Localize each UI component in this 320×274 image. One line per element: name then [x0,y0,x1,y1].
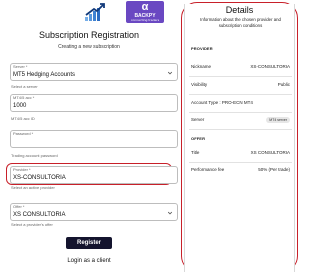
account-type-key: Account Type : PRO-ECN MT4 [191,100,253,105]
account-login-input[interactable]: MT4/5 acc * 1000 [10,94,178,112]
divider [189,129,292,130]
page-subtitle: Creating a new subscription [58,44,120,50]
performance-fee-value: 50% (Per trade) [258,167,290,172]
title-key: Title [191,150,200,155]
account-login-value: 1000 [13,103,27,109]
chevron-down-icon [167,211,173,215]
password-helper-text: Trading account password [11,153,58,158]
offer-section-heading: OFFER [191,136,206,141]
nickname-value: XS-CONSULTORIA [250,64,290,69]
password-input[interactable]: Password * [10,130,178,148]
partner-logo-subtext: connecting traders [130,18,160,22]
offer-label: Offer * [13,204,25,209]
offer-select[interactable]: Offer * XS CONSULTORIA [10,203,178,221]
server-label: Server * [13,64,28,69]
divider [189,112,292,113]
server-key: Server [191,117,205,122]
detail-row-title: Title XS CONSULTORIA [191,149,290,157]
server-value: MT5 Hedging Accounts [13,72,76,78]
provider-select[interactable]: Provider * XS-CONSULTORIA [10,166,178,184]
provider-section-heading: PROVIDER [191,46,213,51]
detail-row-account-type: Account Type : PRO-ECN MT4 [191,99,290,107]
details-title: Details [225,5,254,15]
divider [189,76,292,77]
password-label: Password * [13,131,34,136]
detail-row-performance-fee: Performance fee 50% (Per trade) [191,166,290,174]
performance-fee-key: Performance fee [191,167,225,172]
server-select[interactable]: Server * MT5 Hedging Accounts [10,63,178,81]
server-badge: MT4 server [266,117,290,123]
offer-value: XS CONSULTORIA [13,212,66,218]
nickname-key: Nickname [191,64,212,69]
page-title: Subscription Registration [38,30,140,40]
account-login-helper-text: MT4/5 acc ID [11,116,35,121]
subscription-registration-page: α BACKPY connecting traders Subscription… [0,0,300,274]
visibility-value: Public [277,82,290,87]
server-helper-text: Select a server [11,84,38,89]
offer-helper-text: Select a provider's offer [11,222,53,227]
provider-value: XS-CONSULTORIA [13,175,66,181]
detail-row-server: Server MT4 server [191,116,290,124]
provider-helper-text: Select an active provider [11,185,55,190]
detail-row-visibility: Visibility Public [191,81,290,89]
login-as-client-link[interactable]: Login as a client [0,258,178,264]
provider-label: Provider * [13,167,31,172]
chevron-down-icon [167,71,173,75]
title-value: XS CONSULTORIA [250,150,290,155]
register-button[interactable]: Register [66,237,112,249]
brand-logo-icon [85,3,105,21]
partner-logo: α BACKPY connecting traders [126,1,164,23]
divider [189,94,292,95]
account-login-label: MT4/5 acc * [13,95,35,100]
visibility-key: Visibility [191,82,208,87]
detail-row-nickname: Nickname XS-CONSULTORIA [191,63,290,71]
partner-logo-glyph: α [141,1,149,13]
details-panel: Details Information about the chosen pro… [184,4,295,272]
divider [189,162,292,163]
details-description: Information about the chosen provider an… [200,17,281,28]
